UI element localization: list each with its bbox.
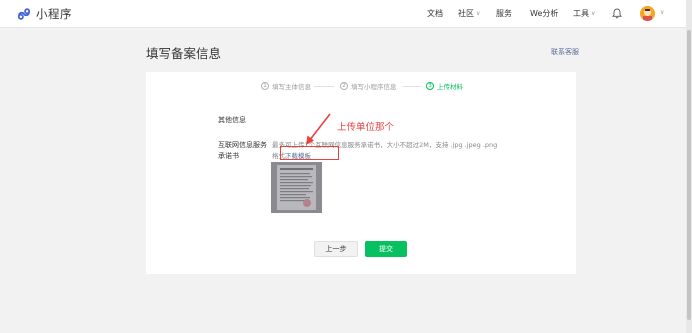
step-label: 填写小程序信息 [351, 83, 397, 91]
avatar-image [640, 6, 655, 21]
step-2: 2 填写小程序信息 [340, 81, 397, 91]
annotation-text: 上传单位那个 [337, 122, 395, 133]
step-divider [314, 86, 334, 87]
step-number: 1 [261, 82, 269, 90]
submit-button[interactable]: 提交 [365, 241, 407, 257]
nav-item-docs[interactable]: 文档 [427, 8, 443, 19]
bell-icon[interactable] [612, 8, 622, 19]
chevron-down-icon[interactable]: ∨ [660, 9, 664, 16]
previous-step-button[interactable]: 上一步 [314, 241, 358, 257]
nav-item-analytics[interactable]: We分析 [530, 8, 558, 19]
download-template-link[interactable]: 下载模板 [285, 150, 311, 160]
avatar[interactable] [640, 6, 655, 21]
nav-item-label: 社区 [458, 9, 474, 18]
form-card [146, 72, 576, 274]
chevron-down-icon: ∨ [476, 10, 481, 17]
brand-name: 小程序 [36, 7, 72, 21]
step-label: 填写主体信息 [272, 83, 311, 91]
scrollbar-thumb[interactable] [687, 30, 691, 320]
nav-item-label: 工具 [573, 9, 589, 18]
field-label: 互联网信息服务承诺书 [218, 141, 267, 160]
step-3-active: 3 上传材料 [426, 81, 463, 91]
top-bar: 小程序 文档 社区 ∨ 服务 We分析 工具 ∨ ∨ [0, 0, 692, 28]
step-number: 3 [426, 82, 434, 90]
nav-item-label: 文档 [427, 9, 443, 18]
logo[interactable]: 小程序 [17, 6, 72, 22]
nav-item-community[interactable]: 社区 ∨ [458, 8, 480, 19]
contact-support-link[interactable]: 联系客服 [551, 47, 579, 57]
chevron-down-icon: ∨ [591, 10, 596, 17]
document-image [271, 162, 322, 213]
step-1: 1 填写主体信息 [261, 81, 311, 91]
nav-item-label: We分析 [530, 9, 559, 18]
uploaded-document-thumbnail[interactable] [271, 162, 322, 213]
nav-item-tools[interactable]: 工具 ∨ [573, 8, 595, 19]
step-label: 上传材料 [437, 83, 463, 91]
mini-program-logo-icon [17, 8, 31, 20]
step-number: 2 [340, 82, 348, 90]
nav-item-label: 服务 [496, 9, 512, 18]
nav-item-services[interactable]: 服务 [496, 8, 512, 19]
section-title: 其他信息 [218, 116, 246, 124]
page-title: 填写备案信息 [146, 46, 222, 61]
step-divider [403, 86, 421, 87]
